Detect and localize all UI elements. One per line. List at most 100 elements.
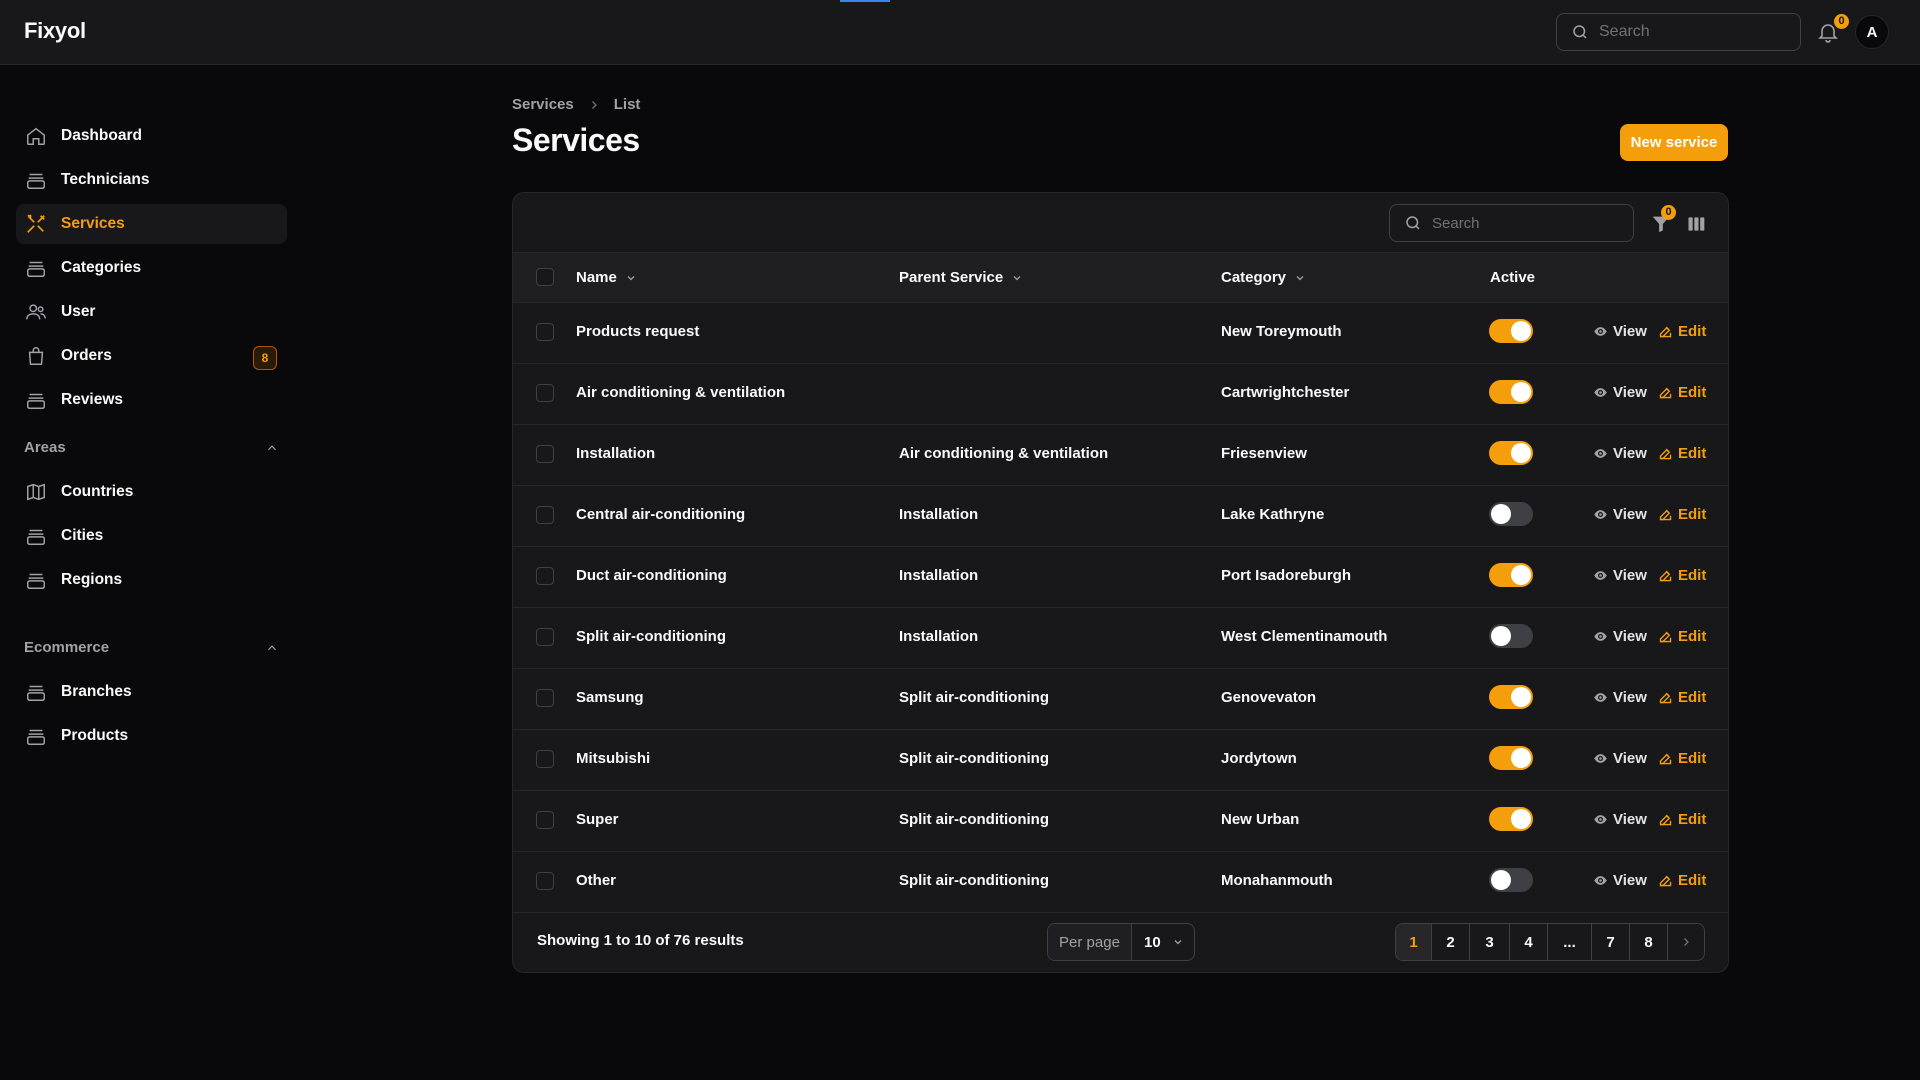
table-search[interactable] [1389, 204, 1634, 242]
view-button[interactable]: View [1593, 811, 1647, 828]
sidebar-item-services[interactable]: Services [16, 204, 287, 244]
sidebar-item-cities[interactable]: Cities [16, 516, 287, 556]
row-checkbox[interactable] [536, 567, 554, 585]
row-checkbox[interactable] [536, 689, 554, 707]
edit-button[interactable]: Edit [1658, 567, 1706, 584]
table-row: Central air-conditioning Installation La… [513, 486, 1728, 547]
active-toggle[interactable] [1489, 868, 1533, 892]
sidebar-item-countries[interactable]: Countries [16, 472, 287, 512]
row-checkbox[interactable] [536, 323, 554, 341]
edit-label: Edit [1678, 628, 1707, 645]
view-button[interactable]: View [1593, 323, 1647, 340]
page-button-7[interactable]: 7 [1592, 924, 1630, 960]
edit-button[interactable]: Edit [1658, 811, 1706, 828]
avatar[interactable]: A [1855, 15, 1889, 49]
column-header-parent-service[interactable]: Parent Service [899, 269, 1023, 286]
archive-icon [25, 169, 47, 191]
per-page-select[interactable]: Per page 10 [1047, 923, 1195, 961]
view-button[interactable]: View [1593, 628, 1647, 645]
chevron-down-icon [627, 275, 635, 280]
active-toggle[interactable] [1489, 807, 1533, 831]
row-checkbox[interactable] [536, 384, 554, 402]
cell-category: Port Isadoreburgh [1221, 567, 1352, 584]
sidebar-item-regions[interactable]: Regions [16, 560, 287, 600]
brand-logo[interactable]: Fixyol [24, 18, 86, 44]
view-button[interactable]: View [1593, 506, 1647, 523]
column-header-category[interactable]: Category [1221, 269, 1306, 286]
row-checkbox[interactable] [536, 628, 554, 646]
next-page-button[interactable] [1668, 924, 1704, 960]
row-checkbox[interactable] [536, 445, 554, 463]
edit-button[interactable]: Edit [1658, 750, 1706, 767]
columns-icon[interactable] [1686, 214, 1706, 234]
edit-button[interactable]: Edit [1658, 445, 1706, 462]
page-button-4[interactable]: 4 [1510, 924, 1548, 960]
row-checkbox[interactable] [536, 811, 554, 829]
active-toggle[interactable] [1489, 624, 1533, 648]
per-page-selected: 10 [1144, 933, 1161, 951]
view-button[interactable]: View [1593, 750, 1647, 767]
breadcrumb-item-services[interactable]: Services [512, 96, 574, 113]
sidebar-item-orders[interactable]: Orders 8 [16, 336, 287, 376]
sidebar-item-dashboard[interactable]: Dashboard [16, 116, 287, 156]
table-row: Super Split air-conditioning New Urban V… [513, 791, 1728, 852]
page-button-3[interactable]: 3 [1470, 924, 1510, 960]
toggle-knob [1511, 382, 1531, 402]
global-search[interactable] [1556, 13, 1801, 51]
view-button[interactable]: View [1593, 689, 1647, 706]
edit-button[interactable]: Edit [1658, 872, 1706, 889]
cell-name: Split air-conditioning [576, 628, 726, 645]
edit-label: Edit [1678, 567, 1707, 584]
active-toggle[interactable] [1489, 746, 1533, 770]
column-label: Active [1490, 269, 1536, 286]
results-summary: Showing 1 to 10 of 76 results [537, 932, 744, 949]
view-button[interactable]: View [1593, 384, 1647, 401]
sidebar-item-user[interactable]: User [16, 292, 287, 332]
page-button-8[interactable]: 8 [1630, 924, 1668, 960]
toggle-knob [1491, 626, 1511, 646]
sidebar-group-areas[interactable]: Areas [24, 439, 279, 456]
table-row: Other Split air-conditioning Monahanmout… [513, 852, 1728, 913]
active-toggle[interactable] [1489, 502, 1533, 526]
view-button[interactable]: View [1593, 872, 1647, 889]
cell-name: Duct air-conditioning [576, 567, 727, 584]
active-toggle[interactable] [1489, 319, 1533, 343]
edit-button[interactable]: Edit [1658, 384, 1706, 401]
edit-button[interactable]: Edit [1658, 506, 1706, 523]
page-button-1[interactable]: 1 [1396, 924, 1432, 960]
per-page-value[interactable]: 10 [1132, 924, 1194, 960]
sidebar-item-branches[interactable]: Branches [16, 672, 287, 712]
sidebar-item-technicians[interactable]: Technicians [16, 160, 287, 200]
global-search-input[interactable] [1599, 23, 1789, 41]
view-button[interactable]: View [1593, 567, 1647, 584]
toggle-knob [1491, 870, 1511, 890]
edit-button[interactable]: Edit [1658, 628, 1706, 645]
chevron-up-icon[interactable] [265, 441, 279, 455]
cell-category: New Toreymouth [1221, 323, 1342, 340]
sidebar-item-reviews[interactable]: Reviews [16, 380, 287, 420]
new-service-button[interactable]: New service [1620, 124, 1728, 161]
sidebar-item-categories[interactable]: Categories [16, 248, 287, 288]
page-button-2[interactable]: 2 [1432, 924, 1470, 960]
sidebar-item-label: Technicians [61, 171, 150, 188]
table-search-input[interactable] [1432, 214, 1622, 232]
cell-name: Installation [576, 445, 656, 462]
sidebar-group-title: Areas [24, 439, 66, 456]
select-all-checkbox[interactable] [536, 268, 554, 286]
sidebar-item-products[interactable]: Products [16, 716, 287, 756]
edit-button[interactable]: Edit [1658, 323, 1706, 340]
row-checkbox[interactable] [536, 506, 554, 524]
row-checkbox[interactable] [536, 750, 554, 768]
active-toggle[interactable] [1489, 563, 1533, 587]
active-toggle[interactable] [1489, 380, 1533, 404]
active-toggle[interactable] [1489, 685, 1533, 709]
active-toggle[interactable] [1489, 441, 1533, 465]
chevron-right-icon [591, 100, 597, 109]
edit-button[interactable]: Edit [1658, 689, 1706, 706]
view-button[interactable]: View [1593, 445, 1647, 462]
row-checkbox[interactable] [536, 872, 554, 890]
sidebar-group-ecommerce[interactable]: Ecommerce [24, 639, 279, 656]
column-header-name[interactable]: Name [576, 269, 637, 286]
chevron-up-icon[interactable] [265, 641, 279, 655]
cell-name: Products request [576, 323, 700, 340]
